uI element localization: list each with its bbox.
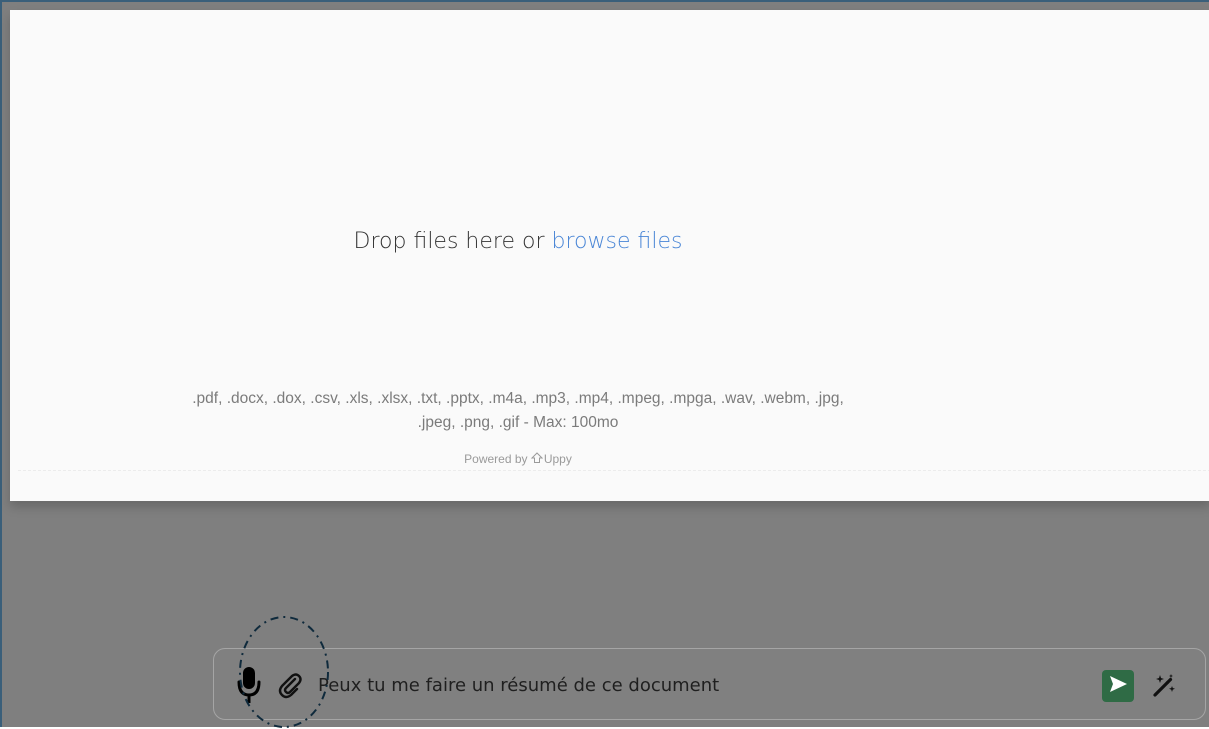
- message-input[interactable]: [314, 671, 1078, 699]
- powered-by-uppy: Powered by Uppy: [10, 452, 1026, 467]
- send-button[interactable]: [1102, 670, 1134, 702]
- attach-file-button[interactable]: [277, 671, 303, 699]
- uppy-brand-text: Uppy: [543, 452, 572, 466]
- browse-files-link[interactable]: browse files: [552, 229, 683, 254]
- microphone-button[interactable]: [234, 665, 264, 705]
- file-dropzone[interactable]: Drop files here or browse files .pdf, .d…: [10, 10, 1209, 501]
- allowed-formats-line-1: .pdf, .docx, .dox, .csv, .xls, .xlsx, .t…: [192, 390, 844, 407]
- microphone-icon: [234, 667, 264, 709]
- paperclip-icon: [277, 673, 303, 703]
- send-icon: [1107, 673, 1129, 700]
- drop-prompt-text: Drop files here or: [353, 229, 552, 254]
- magic-wand-icon: [1150, 674, 1178, 704]
- allowed-formats-line-2: .jpeg, .png, .gif - Max: 100mo: [417, 414, 619, 431]
- magic-wand-button[interactable]: [1150, 672, 1178, 700]
- powered-by-text: Powered by: [464, 452, 531, 466]
- app-window: Drop files here or browse files .pdf, .d…: [0, 0, 1209, 728]
- drop-prompt: Drop files here or browse files: [10, 229, 1026, 254]
- allowed-formats-note: .pdf, .docx, .dox, .csv, .xls, .xlsx, .t…: [10, 387, 1026, 435]
- uppy-logo-icon: [530, 452, 544, 467]
- message-composer: [213, 648, 1206, 720]
- dropzone-divider: [18, 470, 1209, 471]
